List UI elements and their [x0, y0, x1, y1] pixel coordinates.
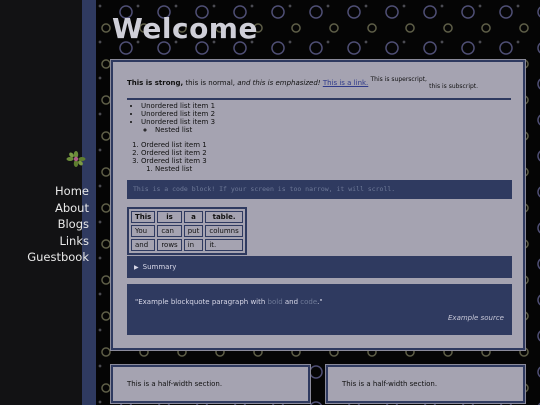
nav-guestbook-link[interactable]: Guestbook: [27, 249, 89, 266]
subscript-text: this is subscript.: [429, 83, 479, 90]
list-item: Unordered list item 2: [141, 110, 215, 118]
half-section-text: This is a half-width section.: [342, 380, 438, 388]
table-cell: put: [183, 225, 204, 237]
nav-about-link[interactable]: About: [27, 200, 89, 217]
half-section-text: This is a half-width section.: [127, 380, 223, 388]
table-cell: it.: [205, 239, 243, 251]
normal-text: this is normal,: [185, 79, 236, 87]
table-cell: columns: [205, 225, 243, 237]
nested-list-item: Nested list: [155, 165, 207, 173]
table-cell: and: [131, 239, 156, 251]
details-summary-toggle[interactable]: ▶ Summary: [127, 256, 512, 278]
unordered-list: Unordered list item 1 Unordered list ite…: [141, 102, 215, 134]
page-title: Welcome: [112, 12, 258, 45]
nested-ordered-list: Nested list: [155, 165, 207, 173]
list-item: Unordered list item 1: [141, 102, 215, 110]
code-block[interactable]: This is a code block! If your screen is …: [127, 180, 512, 199]
emphasized-text: and this is emphasized!: [237, 79, 321, 87]
blockquote-paragraph: "Example blockquote paragraph with bold …: [135, 298, 323, 306]
nested-unordered-list: Nested list: [155, 126, 215, 134]
main-content-panel: This is strong, this is normal, and this…: [110, 59, 526, 351]
half-width-section-left: This is a half-width section.: [110, 364, 311, 404]
list-item: Ordered list item 1: [141, 141, 207, 149]
table-cell: can: [157, 225, 182, 237]
nested-list-item: Nested list: [155, 126, 215, 134]
flower-icon: [66, 151, 86, 167]
table-cell: You: [131, 225, 156, 237]
triangle-right-icon: ▶: [134, 264, 139, 271]
list-item-label: Unordered list item 3: [141, 118, 216, 126]
blockquote-text: .": [317, 298, 323, 306]
blockquote-text: and: [282, 298, 301, 306]
table-header-cell: is: [157, 211, 182, 223]
blockquote-code-text: code: [300, 298, 318, 306]
table-row: You can put columns: [131, 225, 243, 237]
list-item-label: Ordered list item 3: [141, 157, 207, 165]
table-row: and rows in it.: [131, 239, 243, 251]
list-item: Unordered list item 3 Nested list: [141, 118, 215, 134]
demo-link[interactable]: This is a link.: [323, 79, 368, 87]
strong-text: This is strong,: [127, 79, 184, 87]
blockquote-text: "Example blockquote paragraph with: [135, 298, 268, 306]
nav-home-link[interactable]: Home: [27, 183, 89, 200]
superscript-text: This is superscript,: [370, 76, 427, 83]
half-width-section-right: This is a half-width section.: [325, 364, 526, 404]
blockquote-bold-text: bold: [267, 298, 283, 306]
blockquote-source: Example source: [448, 314, 504, 322]
demo-table: This is a table. You can put columns and…: [127, 207, 247, 255]
list-item: Ordered list item 3 Nested list: [141, 157, 207, 173]
formatting-demo-paragraph: This is strong, this is normal, and this…: [127, 76, 511, 100]
blockquote: "Example blockquote paragraph with bold …: [127, 284, 512, 335]
nav-blogs-link[interactable]: Blogs: [27, 216, 89, 233]
table-header-cell: a: [183, 211, 204, 223]
table-cell: rows: [157, 239, 182, 251]
table-header-cell: table.: [205, 211, 243, 223]
table-header-row: This is a table.: [131, 211, 243, 223]
list-item: Ordered list item 2: [141, 149, 207, 157]
main-nav: Home About Blogs Links Guestbook: [27, 183, 89, 266]
table-header-cell: This: [131, 211, 156, 223]
ordered-list: Ordered list item 1 Ordered list item 2 …: [141, 141, 207, 173]
nav-links-link[interactable]: Links: [27, 233, 89, 250]
summary-label: Summary: [142, 263, 177, 271]
table-cell: in: [183, 239, 204, 251]
